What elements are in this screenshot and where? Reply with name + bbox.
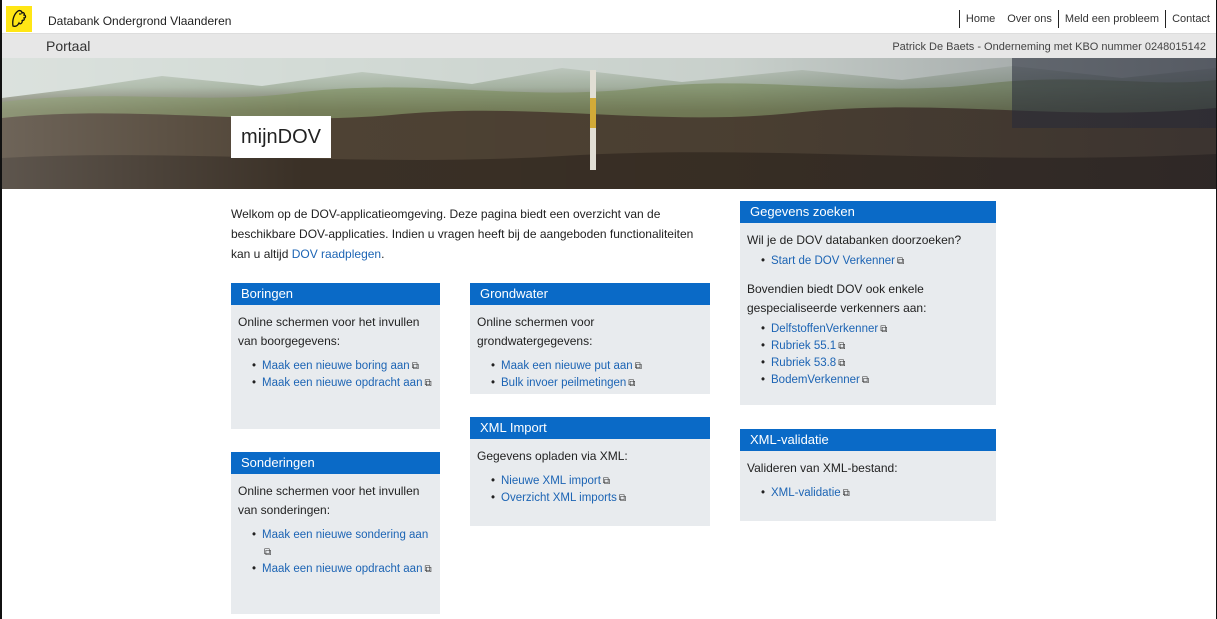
portal-title[interactable]: Portaal xyxy=(46,38,90,54)
external-link-icon: ⧉ xyxy=(411,361,419,372)
panel-grondwater: Grondwater Online schermen voor grondwat… xyxy=(470,283,710,394)
external-link-icon: ⧉ xyxy=(838,341,846,352)
nav-over-ons-link[interactable]: Over ons xyxy=(1001,10,1058,28)
panel-description: Wil je de DOV databanken doorzoeken? xyxy=(747,233,962,247)
external-link-icon: ⧉ xyxy=(424,564,432,575)
panel-xml-validatie: XML-validatie Valideren van XML-bestand:… xyxy=(740,429,996,521)
rubriek-53-8-link[interactable]: Rubriek 53.8 xyxy=(771,357,836,369)
list-item: Start de DOV Verkenner⧉ xyxy=(761,253,988,270)
external-link-icon: ⧉ xyxy=(424,378,432,389)
xml-validatie-link[interactable]: XML-validatie xyxy=(771,487,841,499)
list-item: Rubriek 55.1⧉ xyxy=(761,338,988,355)
top-navigation: Home Over ons Meld een probleem Contact xyxy=(958,10,1216,28)
intro-text: Welkom op de DOV-applicatieomgeving. Dez… xyxy=(231,204,701,264)
banner-image: mijnDOV xyxy=(2,58,1216,189)
new-opdracht-link[interactable]: Maak een nieuwe opdracht aan xyxy=(262,563,422,575)
panel-header: XML-validatie xyxy=(740,429,996,451)
panel-header: Grondwater xyxy=(470,283,710,305)
external-link-icon: ⧉ xyxy=(838,358,846,369)
portal-bar: Portaal Patrick De Baets - Onderneming m… xyxy=(2,34,1216,58)
delfstoffen-verkenner-link[interactable]: DelfstoffenVerkenner xyxy=(771,323,878,335)
external-link-icon: ⧉ xyxy=(628,378,636,389)
external-link-icon: ⧉ xyxy=(897,256,905,267)
external-link-icon: ⧉ xyxy=(634,361,642,372)
dov-raadplegen-link[interactable]: DOV raadplegen xyxy=(292,247,381,261)
xml-imports-overview-link[interactable]: Overzicht XML imports xyxy=(501,492,617,504)
panel-description: Gegevens opladen via XML: xyxy=(477,449,628,463)
bodem-verkenner-link[interactable]: BodemVerkenner xyxy=(771,374,860,386)
new-opdracht-link[interactable]: Maak een nieuwe opdracht aan xyxy=(262,377,422,389)
list-item: Nieuwe XML import⧉ xyxy=(491,473,702,490)
site-title[interactable]: Databank Ondergrond Vlaanderen xyxy=(48,14,231,28)
panel-description: Online schermen voor het invullen van bo… xyxy=(238,315,420,348)
panel-header: Gegevens zoeken xyxy=(740,201,996,223)
new-xml-import-link[interactable]: Nieuwe XML import xyxy=(501,475,601,487)
bulk-peilmetingen-link[interactable]: Bulk invoer peilmetingen xyxy=(501,377,626,389)
external-link-icon: ⧉ xyxy=(602,476,611,487)
new-sondering-link[interactable]: Maak een nieuwe sondering aan xyxy=(262,529,428,541)
list-item: Bulk invoer peilmetingen⧉ xyxy=(491,375,702,392)
list-item: Rubriek 53.8⧉ xyxy=(761,355,988,372)
top-bar: Databank Ondergrond Vlaanderen Home Over… xyxy=(2,0,1216,34)
panel-xml-import: XML Import Gegevens opladen via XML: Nie… xyxy=(470,417,710,526)
external-link-icon: ⧉ xyxy=(618,493,627,504)
list-item: BodemVerkenner⧉ xyxy=(761,372,988,389)
list-item: Maak een nieuwe opdracht aan⧉ xyxy=(252,561,432,578)
panel-description: Online schermen voor het invullen van so… xyxy=(238,484,420,517)
panel-sonderingen: Sonderingen Online schermen voor het inv… xyxy=(231,452,440,614)
panel-description: Valideren van XML-bestand: xyxy=(747,461,898,475)
panel-header: XML Import xyxy=(470,417,710,439)
rubriek-55-1-link[interactable]: Rubriek 55.1 xyxy=(771,340,836,352)
panel-header: Boringen xyxy=(231,283,440,305)
external-link-icon: ⧉ xyxy=(861,375,870,386)
panel-header: Sonderingen xyxy=(231,452,440,474)
flemish-lion-logo-icon[interactable] xyxy=(6,6,32,32)
new-boring-link[interactable]: Maak een nieuwe boring aan xyxy=(262,360,410,372)
list-item: Maak een nieuwe sondering aan ⧉ xyxy=(252,527,432,561)
list-item: Maak een nieuwe opdracht aan⧉ xyxy=(252,375,432,392)
nav-home-link[interactable]: Home xyxy=(960,10,1001,28)
banner-title: mijnDOV xyxy=(231,116,331,158)
list-item: Overzicht XML imports⧉ xyxy=(491,490,702,507)
external-link-icon: ⧉ xyxy=(842,488,850,499)
list-item: XML-validatie⧉ xyxy=(761,485,988,502)
external-link-icon: ⧉ xyxy=(880,324,888,335)
nav-contact-link[interactable]: Contact xyxy=(1166,10,1216,28)
dov-verkenner-link[interactable]: Start de DOV Verkenner xyxy=(771,255,895,267)
list-item: Maak een nieuwe boring aan⧉ xyxy=(252,358,432,375)
intro-end: . xyxy=(381,247,385,261)
panel-description-2: Bovendien biedt DOV ook enkele gespecial… xyxy=(747,282,927,315)
new-put-link[interactable]: Maak een nieuwe put aan xyxy=(501,360,633,372)
panel-boringen: Boringen Online schermen voor het invull… xyxy=(231,283,440,429)
user-info: Patrick De Baets - Onderneming met KBO n… xyxy=(892,41,1206,53)
panel-description: Online schermen voor grondwatergegevens: xyxy=(477,315,595,348)
list-item: DelfstoffenVerkenner⧉ xyxy=(761,321,988,338)
panel-gegevens-zoeken: Gegevens zoeken Wil je de DOV databanken… xyxy=(740,201,996,405)
nav-meld-probleem-link[interactable]: Meld een probleem xyxy=(1059,10,1165,28)
banner-overlay xyxy=(2,58,1216,189)
list-item: Maak een nieuwe put aan⧉ xyxy=(491,358,702,375)
external-link-icon: ⧉ xyxy=(264,547,272,558)
